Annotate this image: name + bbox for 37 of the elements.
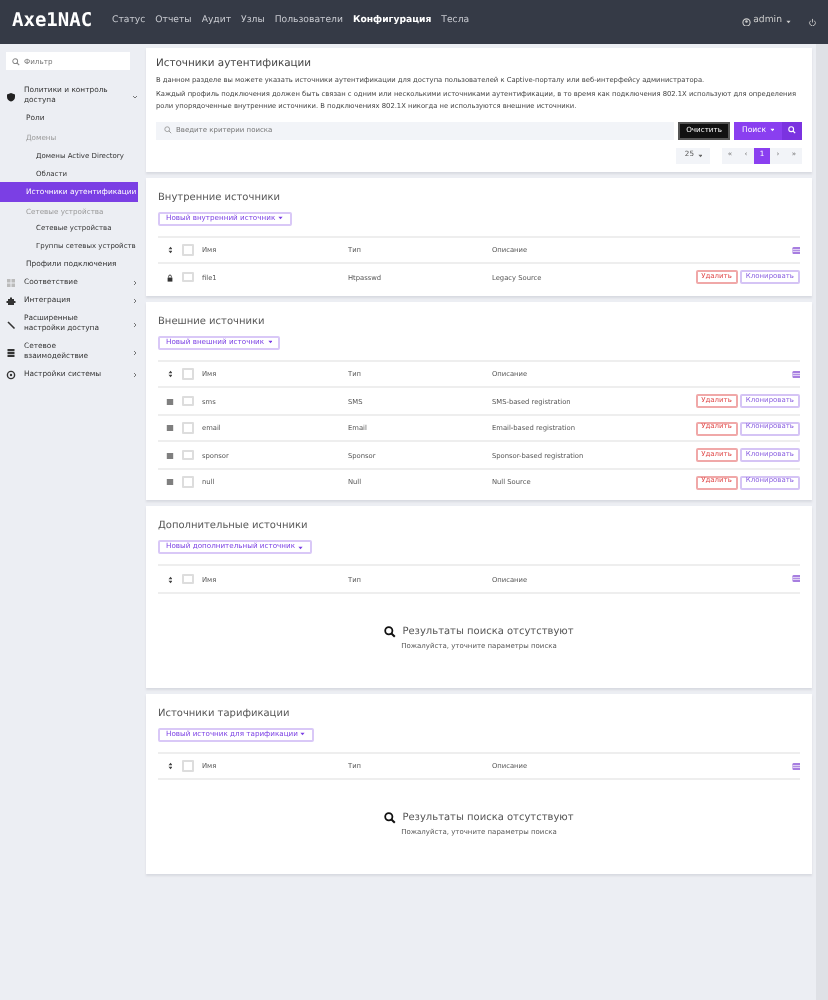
lock-icon — [166, 273, 174, 282]
search-icon — [164, 126, 172, 135]
wrench-icon — [6, 319, 16, 330]
checkbox[interactable] — [182, 271, 193, 283]
checkbox[interactable] — [182, 476, 193, 488]
search-icon — [384, 812, 397, 825]
sort-icon[interactable] — [167, 370, 173, 379]
server-icon — [6, 347, 16, 358]
checkbox[interactable] — [182, 244, 193, 256]
search-icon — [12, 57, 20, 65]
columns-icon[interactable] — [791, 761, 800, 771]
grid-icon — [6, 278, 16, 289]
columns-icon[interactable] — [791, 245, 800, 255]
search-icon — [384, 625, 397, 638]
columns-icon[interactable] — [791, 574, 800, 584]
search-icon-button[interactable] — [782, 121, 802, 140]
checkbox[interactable] — [182, 422, 193, 434]
checkbox[interactable] — [182, 573, 193, 585]
sort-icon[interactable] — [167, 762, 173, 771]
sort-icon[interactable] — [167, 246, 173, 255]
caret-icon — [267, 340, 273, 345]
shield-icon — [6, 91, 16, 101]
checkbox[interactable] — [182, 368, 193, 380]
checkbox[interactable] — [182, 449, 193, 461]
search-icon — [788, 126, 796, 135]
columns-icon[interactable] — [791, 369, 800, 379]
puzzle-icon — [6, 296, 16, 307]
checkbox[interactable] — [182, 395, 193, 407]
caret-icon — [278, 216, 284, 221]
user-icon — [742, 17, 752, 27]
sort-icon[interactable] — [167, 575, 173, 584]
caret-icon — [300, 732, 306, 737]
gear-icon — [6, 370, 16, 381]
power-icon[interactable] — [807, 17, 816, 27]
checkbox[interactable] — [182, 760, 193, 772]
logo: Axe1NAC — [12, 10, 93, 34]
caret-icon — [298, 545, 304, 550]
